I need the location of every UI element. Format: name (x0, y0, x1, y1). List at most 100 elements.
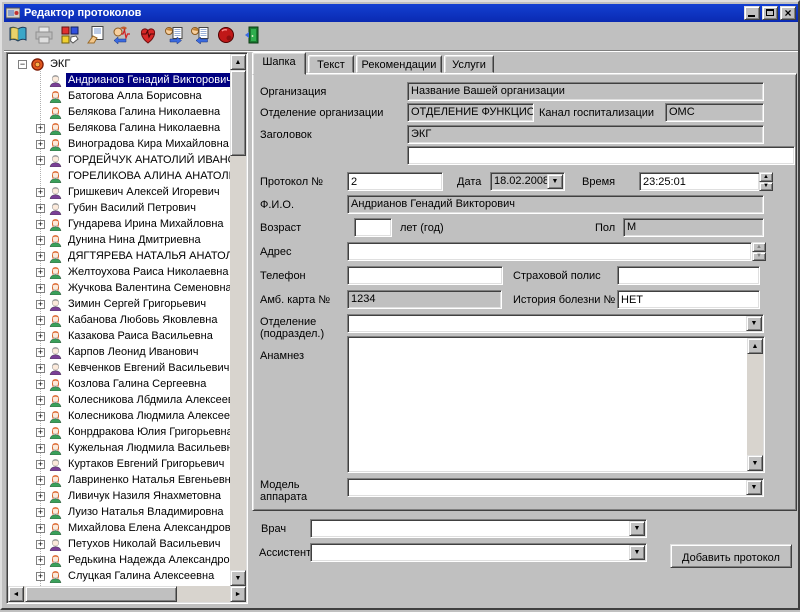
tree-item[interactable]: + Зимин Сергей Григорьевич (36, 296, 230, 312)
tree-item[interactable]: + Губин Василий Петрович (36, 200, 230, 216)
patient-name[interactable]: Колесникова Лбдмила Алексеевна (66, 393, 230, 407)
patient-name[interactable]: Карпов Леонид Иванович (66, 345, 200, 359)
patient-name[interactable]: Кабанова Любовь Яковлевна (66, 313, 219, 327)
patient-name[interactable]: ГОРЕЛИКОВА АЛИНА АНАТОЛЬЕВНА (66, 169, 230, 183)
tab-text[interactable]: Текст (308, 55, 354, 73)
patient-name[interactable]: Слуцкая Галина Алексеевна (66, 569, 216, 583)
expand-plus-icon[interactable]: + (36, 300, 45, 309)
doctor-combo[interactable]: ▼ (310, 519, 647, 538)
tree-item[interactable]: + Кабанова Любовь Яковлевна (36, 312, 230, 328)
tree-item[interactable]: + Редькина Надежда Александровна (36, 552, 230, 568)
patient-name[interactable]: Губин Василий Петрович (66, 201, 198, 215)
tab-recommendations[interactable]: Рекомендации (356, 55, 442, 73)
tree-item[interactable]: +Кужельная Людмила Васильевна (36, 440, 230, 456)
patient-name[interactable]: Редькина Надежда Александровна (66, 553, 230, 567)
horizontal-scrollbar-thumb[interactable] (25, 586, 177, 602)
expand-plus-icon[interactable]: + (36, 364, 45, 373)
tree-root-label[interactable]: ЭКГ (48, 57, 72, 71)
anamnesis-textarea[interactable]: ▲ ▼ (347, 336, 765, 473)
scroll-down-button[interactable]: ▼ (230, 570, 246, 586)
subdivision-dropdown-arrow-icon[interactable]: ▼ (746, 316, 762, 331)
tree-item[interactable]: +Петухов Николай Васильевич (36, 536, 230, 552)
tree-item[interactable]: +Жучкова Валентина Семеновна (36, 280, 230, 296)
export-protocol-icon[interactable] (164, 25, 186, 47)
tree-item[interactable]: Белякова Галина Николаевна (36, 104, 230, 120)
expand-plus-icon[interactable]: + (36, 556, 45, 565)
tree-item[interactable]: +Куртаков Евгений Григорьевич (36, 456, 230, 472)
tree-item[interactable]: ГОРЕЛИКОВА АЛИНА АНАТОЛЬЕВНА (36, 168, 230, 184)
patient-name[interactable]: Гундарева Ирина Михайловна (66, 217, 226, 231)
expand-plus-icon[interactable]: + (36, 348, 45, 357)
close-button[interactable] (780, 6, 796, 20)
tree-item[interactable]: + Слуцкая Галина Алексеевна (36, 568, 230, 584)
tree-item[interactable]: +Конрдракова Юлия Григорьевна (36, 424, 230, 440)
tree-item[interactable]: +Михайлова Елена Александровна (36, 520, 230, 536)
insurance-input[interactable] (617, 266, 760, 285)
expand-plus-icon[interactable]: + (36, 188, 45, 197)
patient-name[interactable]: Конрдракова Юлия Григорьевна (66, 425, 230, 439)
tree-item[interactable]: +Белякова Галина Николаевна (36, 120, 230, 136)
expand-plus-icon[interactable]: + (36, 492, 45, 501)
patient-name[interactable]: Белякова Галина Николаевна (66, 105, 222, 119)
tree-item[interactable]: + Ливичук Назиля Янахметовна (36, 488, 230, 504)
time-spin-down-icon[interactable]: ▼ (759, 182, 773, 192)
tree-item[interactable]: + Карпов Леонид Иванович (36, 344, 230, 360)
vertical-scrollbar-thumb[interactable] (230, 70, 246, 156)
patient-name[interactable]: ГОРДЕЙЧУК АНАТОЛИЙ ИВАНОВИЧ (66, 153, 230, 167)
exit-icon[interactable] (242, 25, 264, 47)
expand-plus-icon[interactable]: + (36, 268, 45, 277)
tree-item[interactable]: +Колесникова Людмила Алексеевна (36, 408, 230, 424)
patient-name[interactable]: Дунина Нина Дмитриевна (66, 233, 203, 247)
protocol-no-input[interactable] (347, 172, 443, 191)
expand-plus-icon[interactable]: + (36, 540, 45, 549)
tree-item[interactable]: + Козлова Галина Сергеевна (36, 376, 230, 392)
expand-plus-icon[interactable]: + (36, 220, 45, 229)
time-spinner[interactable]: ▲ ▼ (759, 172, 773, 191)
expand-plus-icon[interactable]: + (36, 524, 45, 533)
tree-item[interactable]: Андрианов Генадий Викторович (36, 72, 230, 88)
patient-name[interactable]: Луизо Наталья Владимировна (66, 505, 226, 519)
expand-plus-icon[interactable]: + (36, 140, 45, 149)
scroll-up-button[interactable]: ▲ (230, 54, 246, 70)
horizontal-scrollbar[interactable]: ◄ ► (8, 586, 246, 602)
tree-item[interactable]: +Виноградова Кира Михайловна (36, 136, 230, 152)
patient-name[interactable]: Козлова Галина Сергеевна (66, 377, 208, 391)
patient-name[interactable]: Куртаков Евгений Григорьевич (66, 457, 226, 471)
anamnesis-scroll-up-icon[interactable]: ▲ (747, 338, 763, 354)
time-spin-up-icon[interactable]: ▲ (759, 172, 773, 182)
expand-plus-icon[interactable]: + (36, 412, 45, 421)
expand-plus-icon[interactable]: + (36, 236, 45, 245)
patient-name[interactable]: Зимин Сергей Григорьевич (66, 297, 208, 311)
doctor-dropdown-arrow-icon[interactable]: ▼ (629, 521, 645, 536)
tree-item[interactable]: Батогова Алла Борисовна (36, 88, 230, 104)
patient-name[interactable]: Ливичук Назиля Янахметовна (66, 489, 223, 503)
add-protocol-button[interactable]: Добавить протокол (670, 544, 792, 568)
patient-ecg-icon[interactable] (112, 25, 134, 47)
anamnesis-scroll-down-icon[interactable]: ▼ (747, 455, 763, 471)
tree-item[interactable]: + Гундарева Ирина Михайловна (36, 216, 230, 232)
patient-name[interactable]: Андрианов Генадий Викторович (66, 73, 230, 87)
expand-plus-icon[interactable]: + (36, 284, 45, 293)
patient-name[interactable]: Белякова Галина Николаевна (66, 121, 222, 135)
expand-plus-icon[interactable]: + (36, 380, 45, 389)
expand-plus-icon[interactable]: + (36, 316, 45, 325)
expand-plus-icon[interactable]: + (36, 396, 45, 405)
tree-item[interactable]: + Желтоухова Раиса Николаевна (36, 264, 230, 280)
patient-name[interactable]: Желтоухова Раиса Николаевна (66, 265, 230, 279)
expand-plus-icon[interactable]: + (36, 572, 45, 581)
patient-name[interactable]: Лавриненко Наталья Евгеньевна (66, 473, 230, 487)
tree-item[interactable]: +Кевченков Евгений Васильевич (36, 360, 230, 376)
edit-document-icon[interactable] (86, 25, 108, 47)
expand-plus-icon[interactable]: + (36, 332, 45, 341)
tree-item[interactable]: + Гришкевич Алексей Игоревич (36, 184, 230, 200)
tree-root[interactable]: − ЭКГ (18, 56, 230, 72)
date-dropdown-arrow-icon[interactable]: ▼ (547, 174, 563, 189)
address-input[interactable] (347, 242, 752, 261)
time-input[interactable] (639, 172, 760, 191)
import-protocol-icon[interactable] (190, 25, 212, 47)
expand-plus-icon[interactable]: + (36, 204, 45, 213)
vertical-scrollbar[interactable]: ▲ ▼ (230, 54, 246, 586)
device-model-combo[interactable]: ▼ (347, 478, 764, 497)
date-dropdown[interactable]: 18.02.2008 ▼ (490, 172, 565, 191)
patient-name[interactable]: Гришкевич Алексей Игоревич (66, 185, 222, 199)
